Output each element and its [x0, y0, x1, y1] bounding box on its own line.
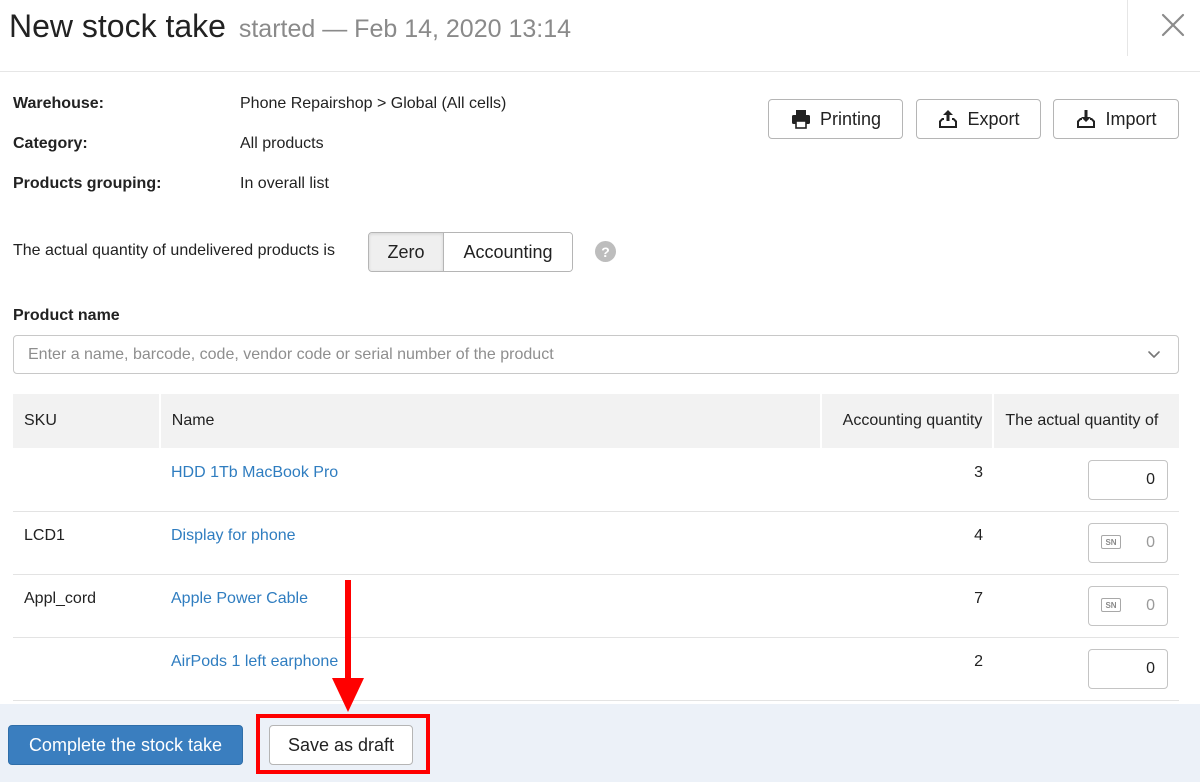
actual-quantity-input[interactable] — [1088, 586, 1168, 626]
annotation-highlight-box — [256, 714, 430, 774]
close-icon — [1161, 13, 1185, 37]
category-label: Category: — [13, 135, 88, 152]
product-name-label: Product name — [13, 307, 120, 324]
row-accounting-quantity: 3 — [974, 464, 983, 481]
row-product-link[interactable]: HDD 1Tb MacBook Pro — [171, 464, 338, 482]
table-row: LCD1 Display for phone 4 SN — [13, 513, 1179, 575]
export-icon — [939, 110, 958, 128]
row-accounting-quantity: 7 — [974, 590, 983, 607]
column-name: Name — [160, 394, 820, 448]
actual-quantity-input[interactable] — [1088, 460, 1168, 500]
table-row: HDD 1Tb MacBook Pro 3 — [13, 450, 1179, 512]
row-accounting-quantity: 2 — [974, 653, 983, 670]
import-label: Import — [1105, 108, 1157, 129]
column-accounting-quantity: Accounting quantity — [821, 394, 993, 448]
import-icon — [1077, 110, 1096, 128]
column-actual-quantity: The actual quantity of — [994, 394, 1180, 448]
dialog-footer: Complete the stock take Save as draft — [0, 704, 1200, 782]
complete-stock-take-button[interactable]: Complete the stock take — [8, 725, 243, 765]
header-divider — [1127, 0, 1128, 56]
warehouse-value: Phone Repairshop > Global (All cells) — [240, 95, 507, 112]
dialog-header: New stock take started — Feb 14, 2020 13… — [0, 0, 1200, 72]
export-label: Export — [967, 108, 1020, 129]
close-button[interactable] — [1156, 8, 1190, 42]
row-accounting-quantity: 4 — [974, 527, 983, 544]
help-icon[interactable]: ? — [595, 241, 616, 262]
option-zero[interactable]: Zero — [369, 233, 444, 271]
table-row: AirPods 1 left earphone 2 — [13, 639, 1179, 701]
title-subtitle: started — Feb 14, 2020 13:14 — [238, 15, 572, 43]
export-button[interactable]: Export — [916, 99, 1041, 139]
grouping-value: In overall list — [240, 175, 329, 192]
row-product-link[interactable]: Apple Power Cable — [171, 590, 308, 608]
warehouse-label: Warehouse: — [13, 95, 104, 112]
option-accounting[interactable]: Accounting — [444, 233, 572, 271]
import-button[interactable]: Import — [1053, 99, 1179, 139]
printing-button[interactable]: Printing — [768, 99, 903, 139]
table-row: Appl_cord Apple Power Cable 7 SN — [13, 576, 1179, 638]
chevron-down-icon[interactable] — [1146, 346, 1162, 362]
row-product-link[interactable]: Display for phone — [171, 527, 296, 545]
category-value: All products — [240, 135, 324, 152]
row-sku: LCD1 — [24, 527, 65, 544]
product-search-input[interactable] — [13, 335, 1179, 374]
undelivered-toggle: Zero Accounting — [368, 232, 573, 272]
row-product-link[interactable]: AirPods 1 left earphone — [171, 653, 338, 671]
column-sku: SKU — [13, 394, 159, 448]
printer-icon — [791, 110, 810, 129]
actual-quantity-input[interactable] — [1088, 649, 1168, 689]
page-title: New stock take started — Feb 14, 2020 13… — [9, 8, 571, 45]
title-text: New stock take — [9, 8, 226, 44]
serial-number-icon: SN — [1101, 598, 1121, 612]
annotation-arrow-icon — [332, 580, 364, 712]
grouping-label: Products grouping: — [13, 175, 162, 192]
undelivered-label: The actual quantity of undelivered produ… — [13, 242, 335, 259]
actual-quantity-input[interactable] — [1088, 523, 1168, 563]
printing-label: Printing — [819, 108, 882, 129]
row-sku: Appl_cord — [24, 590, 97, 607]
table-header: SKU Name Accounting quantity The actual … — [13, 394, 1180, 448]
serial-number-icon: SN — [1101, 535, 1121, 549]
